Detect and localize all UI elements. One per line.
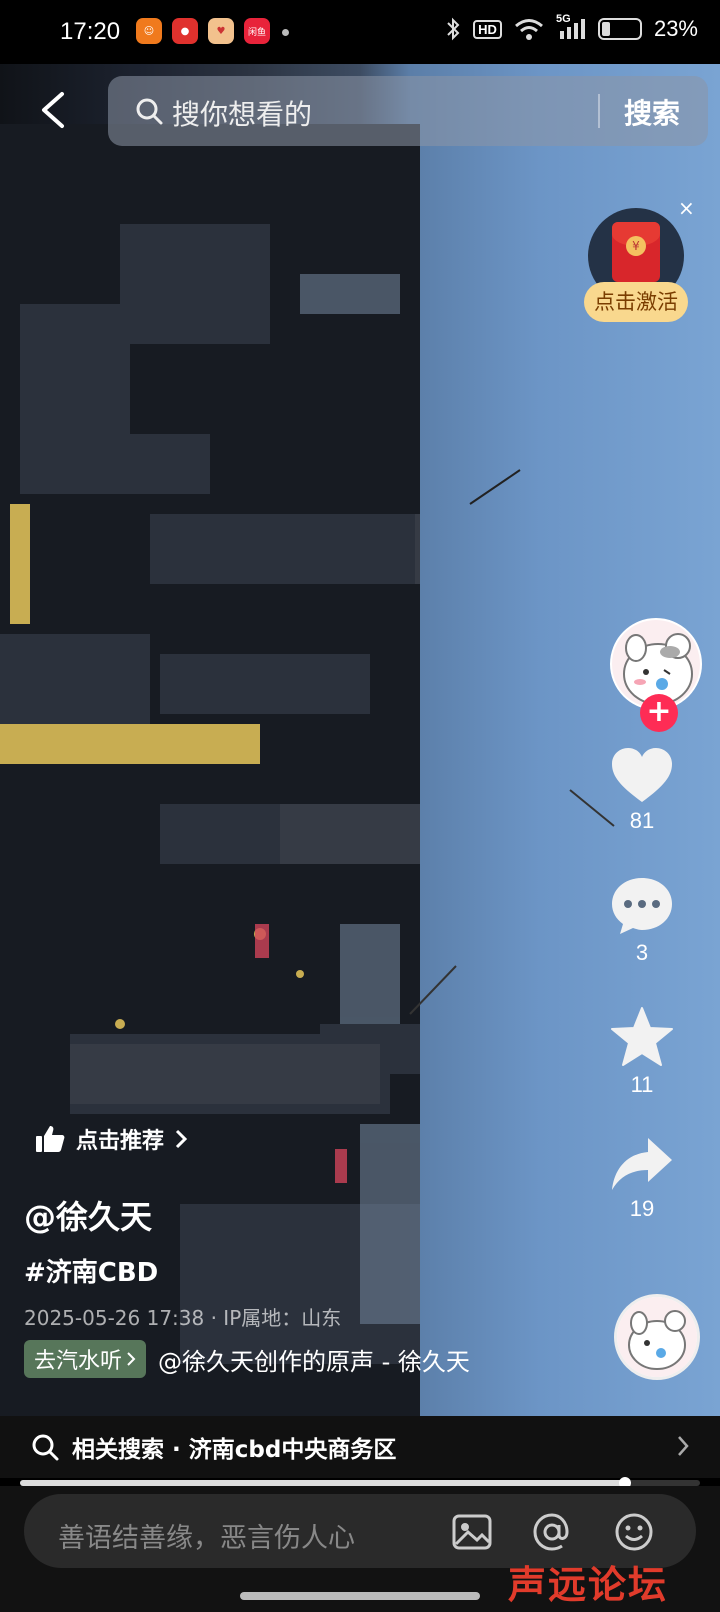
search-icon — [136, 98, 163, 125]
red-packet-close-icon[interactable]: × — [678, 196, 695, 220]
red-app-icon: ● — [172, 18, 198, 44]
comment-bubble-icon — [612, 878, 672, 934]
search-bar[interactable]: 搜你想看的 搜索 — [108, 76, 708, 146]
related-search-text: 相关搜索 · 济南cbd中央商务区 — [72, 1437, 397, 1463]
back-arrow-icon[interactable] — [34, 88, 74, 132]
search-input[interactable]: 搜你想看的 — [172, 93, 312, 133]
forum-watermark: 声远论坛 — [508, 1562, 698, 1612]
svg-text:声远论坛: 声远论坛 — [508, 1564, 668, 1604]
music-title[interactable]: @徐久天创作的原声 - 徐久天 — [158, 1342, 470, 1377]
red-packet-label[interactable]: 点击激活 — [584, 282, 688, 322]
pig-app-icon: ♥ — [208, 18, 234, 44]
status-app-icons: ☺ ● ♥ 闲鱼 — [136, 18, 270, 44]
comment-button[interactable]: 3 — [592, 876, 692, 966]
comment-placeholder: 善语结善缘，恶言伤人心 — [58, 1523, 355, 1554]
share-count: 19 — [629, 1196, 655, 1221]
notification-dot — [282, 29, 289, 36]
recommend-label: 点击推荐 — [76, 1129, 165, 1154]
like-count: 81 — [629, 808, 655, 833]
search-icon — [32, 1434, 59, 1461]
heart-icon — [612, 748, 672, 802]
music-chip-label: 去汽水听 — [34, 1349, 123, 1374]
share-arrow-icon — [612, 1138, 672, 1190]
orange-app-icon: ☺ — [136, 18, 162, 44]
chevron-right-icon — [678, 1436, 689, 1456]
thumbs-up-icon — [36, 1126, 65, 1152]
favorite-count: 11 — [630, 1072, 654, 1097]
author-name[interactable]: @徐久天 — [24, 1192, 152, 1238]
like-button[interactable]: 81 — [592, 746, 692, 834]
search-divider — [598, 94, 600, 128]
music-disc[interactable] — [614, 1294, 700, 1380]
status-indicators: HD 5G 23% — [445, 13, 698, 42]
chevron-right-icon — [127, 1352, 136, 1366]
home-indicator[interactable] — [240, 1592, 480, 1600]
chevron-right-icon — [175, 1129, 188, 1149]
music-row: 去汽水听 @徐久天创作的原声 - 徐久天 — [24, 1340, 470, 1378]
status-bar: 17:20 ☺ ● ♥ 闲鱼 HD 5G 23% — [0, 0, 720, 64]
signal-icon: 5G — [556, 13, 586, 41]
comment-input[interactable]: 善语结善缘，恶言伤人心 — [24, 1494, 696, 1568]
favorite-button[interactable]: 11 — [592, 1006, 692, 1098]
recommend-button[interactable]: 点击推荐 — [24, 1116, 202, 1162]
battery-icon — [597, 18, 642, 40]
red-label-app-icon: 闲鱼 — [244, 18, 270, 44]
related-search-bar[interactable]: 相关搜索 · 济南cbd中央商务区 — [0, 1416, 720, 1478]
post-meta: 2025-05-26 17:38 · IP属地：山东 — [24, 1306, 342, 1330]
follow-button[interactable]: + — [640, 694, 678, 732]
coin-icon: ¥ — [626, 236, 646, 256]
music-disc-avatar-icon — [617, 1297, 697, 1377]
at-mention-icon[interactable] — [530, 1510, 574, 1554]
emoji-icon[interactable] — [612, 1510, 656, 1554]
image-icon[interactable] — [450, 1510, 494, 1554]
bottom-bar: 善语结善缘，恶言伤人心 声远论坛 — [0, 1486, 720, 1612]
battery-percent: 23% — [653, 16, 698, 41]
wifi-icon — [514, 19, 543, 40]
search-button[interactable]: 搜索 — [624, 92, 680, 132]
star-icon — [611, 1007, 673, 1066]
share-button[interactable]: 19 — [592, 1136, 692, 1222]
hashtag-link[interactable]: #济南CBD — [24, 1252, 158, 1289]
hd-icon: HD — [473, 19, 502, 39]
status-time: 17:20 — [60, 18, 121, 45]
comment-count: 3 — [635, 940, 649, 965]
forum-watermark-logo: 声远论坛 — [508, 1562, 668, 1607]
bluetooth-icon — [447, 17, 460, 41]
listen-on-qishui-button[interactable]: 去汽水听 — [24, 1340, 147, 1378]
